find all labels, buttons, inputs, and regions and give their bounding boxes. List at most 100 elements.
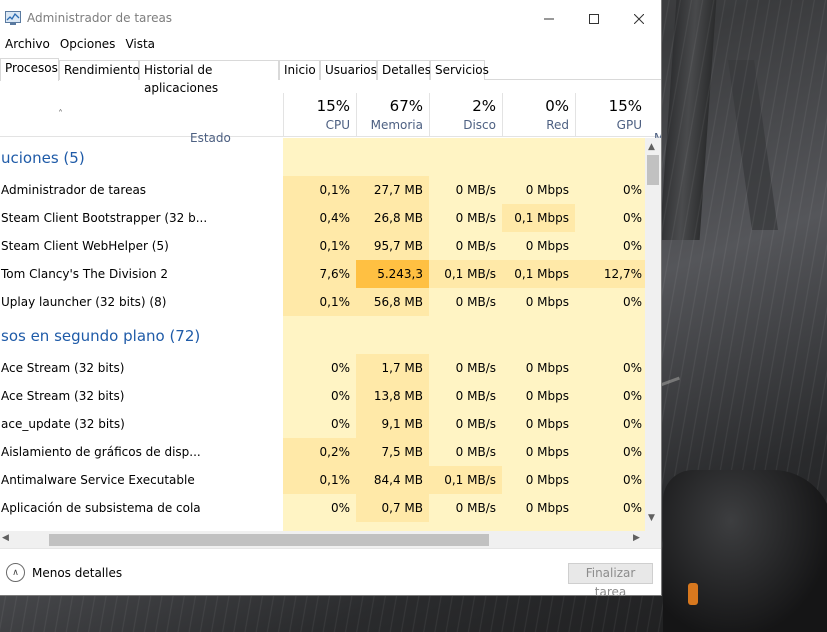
table-row[interactable]: ace_update (32 bits) 0% 9,1 MB 0 MB/s 0 Mbps… [0, 410, 645, 438]
gpu-cell: 0% [622, 389, 642, 403]
maximize-button[interactable] [571, 4, 617, 34]
gpu-cell: 0% [622, 473, 642, 487]
cpu-cell: 0,1% [283, 232, 356, 260]
disco-cell: 0 MB/s [455, 501, 496, 515]
tab-bar: Procesos Rendimiento Historial de aplica… [0, 58, 661, 95]
column-red[interactable]: 0% Red [502, 93, 575, 137]
tab-inicio[interactable]: Inicio [279, 60, 320, 80]
table-row[interactable]: Tom Clancy's The Division 2 7,6%5.243,3 M… [0, 260, 648, 309]
tab-usuarios[interactable]: Usuarios [320, 60, 377, 80]
memoria-cell: 84,4 MB [356, 466, 429, 494]
process-name: Uplay launcher (32 bits) (8) [1, 295, 167, 309]
red-cell: 0,1 Mbps [502, 204, 575, 232]
table-row[interactable]: Ace Stream (32 bits) 0% 13,8 MB 0 MB/s 0 Mbp… [0, 382, 645, 410]
disco-cell: 0 MB/s [455, 445, 496, 459]
disco-cell: 0,1 MB/s [429, 466, 502, 494]
background-vehicle [663, 470, 827, 632]
red-cell: 0 Mbps [525, 183, 569, 197]
memoria-cell: 5.243,3 MB [356, 260, 429, 309]
memoria-cell: 13,8 MB [356, 382, 429, 410]
vertical-scrollbar[interactable]: ▲ ▼ [645, 138, 661, 531]
menu-vista[interactable]: Vista [120, 36, 160, 54]
cpu-cell: 0% [330, 389, 350, 403]
cpu-cell: 0% [330, 501, 350, 515]
table-header: ˄ Estado 15% CPU 67% Memoria 2% Disco 0%… [0, 93, 661, 145]
title-bar[interactable]: Administrador de tareas [0, 0, 661, 33]
cpu-total: 15% [316, 97, 350, 115]
scroll-down-icon[interactable]: ▼ [648, 513, 655, 523]
table-row[interactable]: Aislamiento de gráficos de disp... 0,2% 7,… [0, 438, 645, 466]
memoria-cell: 9,1 MB [356, 410, 429, 438]
tab-historial[interactable]: Historial de aplicaciones [139, 60, 279, 95]
gpu-total: 15% [608, 97, 642, 115]
red-cell: 0 Mbps [525, 239, 569, 253]
table-row[interactable]: Antimalware Service Executable 0,1% 84,4 M… [0, 466, 645, 494]
memoria-cell: 7,5 MB [356, 438, 429, 466]
group-header[interactable]: uciones (5) [0, 138, 645, 176]
scroll-up-icon[interactable]: ▲ [648, 142, 655, 152]
disco-cell: 0 MB/s [455, 239, 496, 253]
column-disco[interactable]: 2% Disco [429, 93, 502, 137]
memoria-cell: 27,7 MB [356, 176, 429, 204]
close-button[interactable] [616, 4, 662, 34]
gpu-cell: 0% [622, 183, 642, 197]
end-task-button[interactable]: Finalizar tarea [568, 563, 653, 599]
tab-procesos[interactable]: Procesos [0, 58, 59, 81]
gpu-cell: 0% [622, 295, 642, 309]
window-title: Administrador de tareas [27, 11, 173, 25]
scroll-corner [645, 531, 661, 548]
disco-total: 2% [472, 97, 496, 115]
horizontal-scroll-thumb[interactable] [49, 534, 489, 546]
disco-cell: 0 MB/s [455, 211, 496, 225]
red-cell: 0 Mbps [525, 417, 569, 431]
memoria-cell: 1,7 MB [356, 354, 429, 382]
disco-cell: 0 MB/s [455, 389, 496, 403]
menu-archivo[interactable]: Archivo [0, 36, 55, 54]
memoria-label: Memoria [370, 118, 423, 132]
table-row[interactable]: Administrador de tareas 0,1% 27,7 MB 0 MB/s… [0, 176, 645, 204]
chevron-up-icon: ∧ [6, 563, 25, 582]
table-row[interactable]: Ace Stream (32 bits) 0% 1,7 MB 0 MB/s 0 Mbps… [0, 354, 645, 382]
tab-rendimiento[interactable]: Rendimiento [59, 60, 140, 80]
less-details-label: Menos detalles [32, 565, 123, 580]
menu-opciones[interactable]: Opciones [55, 36, 121, 54]
memoria-cell: 26,8 MB [356, 204, 429, 232]
horizontal-scrollbar[interactable]: ◀ ▶ [0, 531, 645, 548]
column-gpu[interactable]: 15% GPU [575, 93, 648, 137]
minimize-button[interactable] [526, 4, 572, 34]
tab-servicios[interactable]: Servicios [430, 60, 489, 80]
sort-caret-icon[interactable]: ˄ [58, 109, 63, 120]
footer: ∧ Menos detalles Finalizar tarea [0, 548, 661, 599]
table-row[interactable]: Aplicación de subsistema de cola 0% 0,7 MB… [0, 494, 645, 522]
vertical-scroll-thumb[interactable] [647, 155, 659, 185]
column-memoria[interactable]: 67% Memoria [356, 93, 429, 137]
red-cell: 0 Mbps [525, 445, 569, 459]
disco-cell: 0 MB/s [455, 417, 496, 431]
red-total: 0% [545, 97, 569, 115]
group-title: sos en segundo plano (72) [1, 327, 201, 345]
gpu-cell: 0% [622, 417, 642, 431]
less-details-button[interactable]: ∧ Menos detalles [6, 563, 122, 582]
scroll-right-icon[interactable]: ▶ [633, 533, 640, 543]
memoria-cell: 0,7 MB [356, 494, 429, 522]
red-cell: 0 Mbps [525, 473, 569, 487]
scroll-left-icon[interactable]: ◀ [2, 533, 9, 543]
column-cpu[interactable]: 15% CPU [283, 93, 356, 137]
cpu-cell: 0,1% [283, 466, 356, 494]
red-cell: 0 Mbps [525, 361, 569, 375]
table-row[interactable]: Steam Client Bootstrapper (32 b... 0,4% 26… [0, 204, 645, 232]
process-name: Ace Stream (32 bits) [1, 389, 125, 403]
red-cell: 0,1 Mbps [502, 260, 575, 288]
process-name: Aplicación de subsistema de cola [1, 501, 201, 515]
memoria-cell: 95,7 MB [356, 232, 429, 260]
disco-cell: 0 MB/s [455, 361, 496, 375]
tab-detalles[interactable]: Detalles [377, 60, 431, 80]
process-name: Steam Client Bootstrapper (32 b... [1, 211, 208, 225]
cpu-label: CPU [325, 118, 350, 132]
minimize-icon [544, 18, 554, 20]
table-row[interactable]: Uplay launcher (32 bits) (8) 0,1% 56,8 MB 0… [0, 288, 645, 316]
cpu-cell: 0% [330, 361, 350, 375]
disco-label: Disco [463, 118, 496, 132]
table-row[interactable]: Steam Client WebHelper (5) 0,1% 95,7 MB 0 M… [0, 232, 645, 260]
group-header[interactable]: sos en segundo plano (72) [0, 316, 645, 354]
